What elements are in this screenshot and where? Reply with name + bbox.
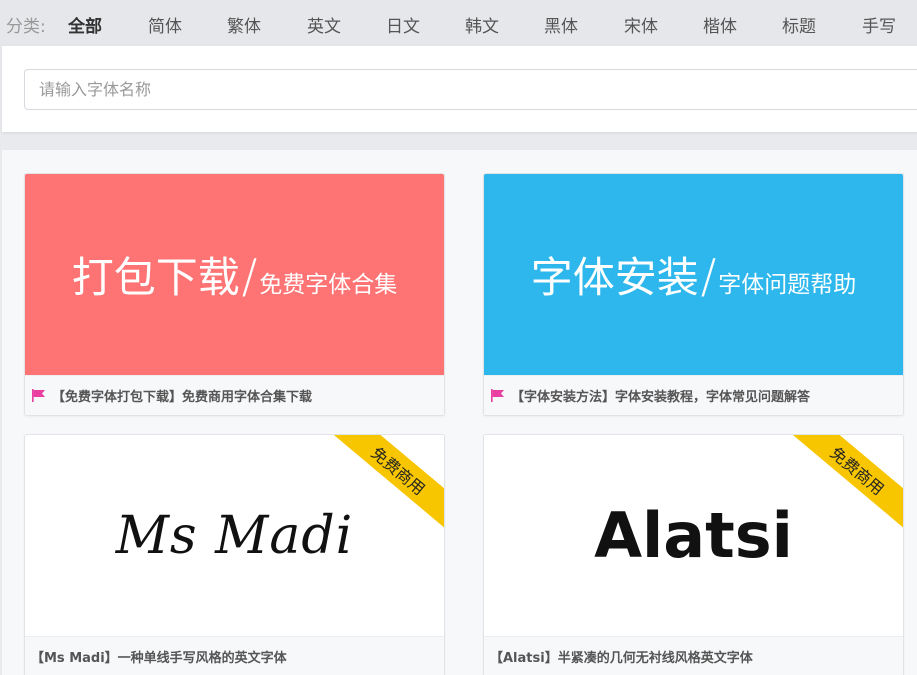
card-banner: 打包下载 / 免费字体合集 <box>25 174 444 375</box>
category-heiti[interactable]: 黑体 <box>544 12 578 37</box>
banner-slash: / <box>700 249 717 303</box>
category-korean[interactable]: 韩文 <box>465 12 499 37</box>
card-caption[interactable]: 【Alatsi】半紧凑的几何无衬线风格英文字体 <box>484 636 903 675</box>
card-banner: 字体安装 / 字体问题帮助 <box>484 174 903 375</box>
card-caption-text: 【Ms Madi】一种单线手写风格的英文字体 <box>31 651 287 666</box>
category-all[interactable]: 全部 <box>68 12 102 37</box>
font-preview-text: Ms Madi <box>115 505 354 566</box>
font-card-install-help[interactable]: 字体安装 / 字体问题帮助 【字体安装方法】字体安装教程，字体常见问题解答 <box>483 173 904 416</box>
font-card-alatsi[interactable]: Alatsi 免费商用 【Alatsi】半紧凑的几何无衬线风格英文字体 <box>483 434 904 675</box>
card-caption[interactable]: 【免费字体打包下载】免费商用字体合集下载 <box>25 375 444 415</box>
font-preview: Ms Madi 免费商用 <box>25 435 444 636</box>
card-caption-text: 【Alatsi】半紧凑的几何无衬线风格英文字体 <box>490 651 753 666</box>
flag-icon <box>491 389 504 402</box>
category-traditional[interactable]: 繁体 <box>227 12 261 37</box>
font-preview-text: Alatsi <box>594 499 793 572</box>
category-english[interactable]: 英文 <box>307 12 341 37</box>
category-kaiti[interactable]: 楷体 <box>703 12 737 37</box>
font-card-ms-madi[interactable]: Ms Madi 免费商用 【Ms Madi】一种单线手写风格的英文字体 <box>24 434 445 675</box>
card-caption[interactable]: 【字体安装方法】字体安装教程，字体常见问题解答 <box>484 375 903 415</box>
flag-icon <box>32 389 45 402</box>
category-title[interactable]: 标题 <box>782 12 816 37</box>
card-caption[interactable]: 【Ms Madi】一种单线手写风格的英文字体 <box>25 636 444 675</box>
category-songti[interactable]: 宋体 <box>624 12 658 37</box>
category-japanese[interactable]: 日文 <box>386 12 420 37</box>
search-panel <box>2 46 917 132</box>
card-caption-text: 【字体安装方法】字体安装教程，字体常见问题解答 <box>511 390 811 405</box>
font-search-input[interactable] <box>24 69 917 110</box>
category-label: 分类: <box>6 17 46 37</box>
font-card-bundle-download[interactable]: 打包下载 / 免费字体合集 【免费字体打包下载】免费商用字体合集下载 <box>24 173 445 416</box>
banner-slash: / <box>241 249 258 303</box>
banner-title: 打包下载 <box>71 253 240 302</box>
category-simplified[interactable]: 简体 <box>148 12 182 37</box>
category-handwriting[interactable]: 手写 <box>862 12 896 37</box>
banner-subtitle: 字体问题帮助 <box>718 272 857 298</box>
free-commercial-ribbon: 免费商用 <box>790 435 903 530</box>
font-grid: 打包下载 / 免费字体合集 【免费字体打包下载】免费商用字体合集下载 字体安装 … <box>2 150 917 675</box>
banner-subtitle: 免费字体合集 <box>259 272 398 298</box>
banner-title: 字体安装 <box>530 253 699 302</box>
category-bar: 分类: 全部 简体 繁体 英文 日文 韩文 黑体 宋体 楷体 标题 手写 <box>0 0 917 46</box>
font-preview: Alatsi 免费商用 <box>484 435 903 636</box>
card-caption-text: 【免费字体打包下载】免费商用字体合集下载 <box>52 390 313 405</box>
